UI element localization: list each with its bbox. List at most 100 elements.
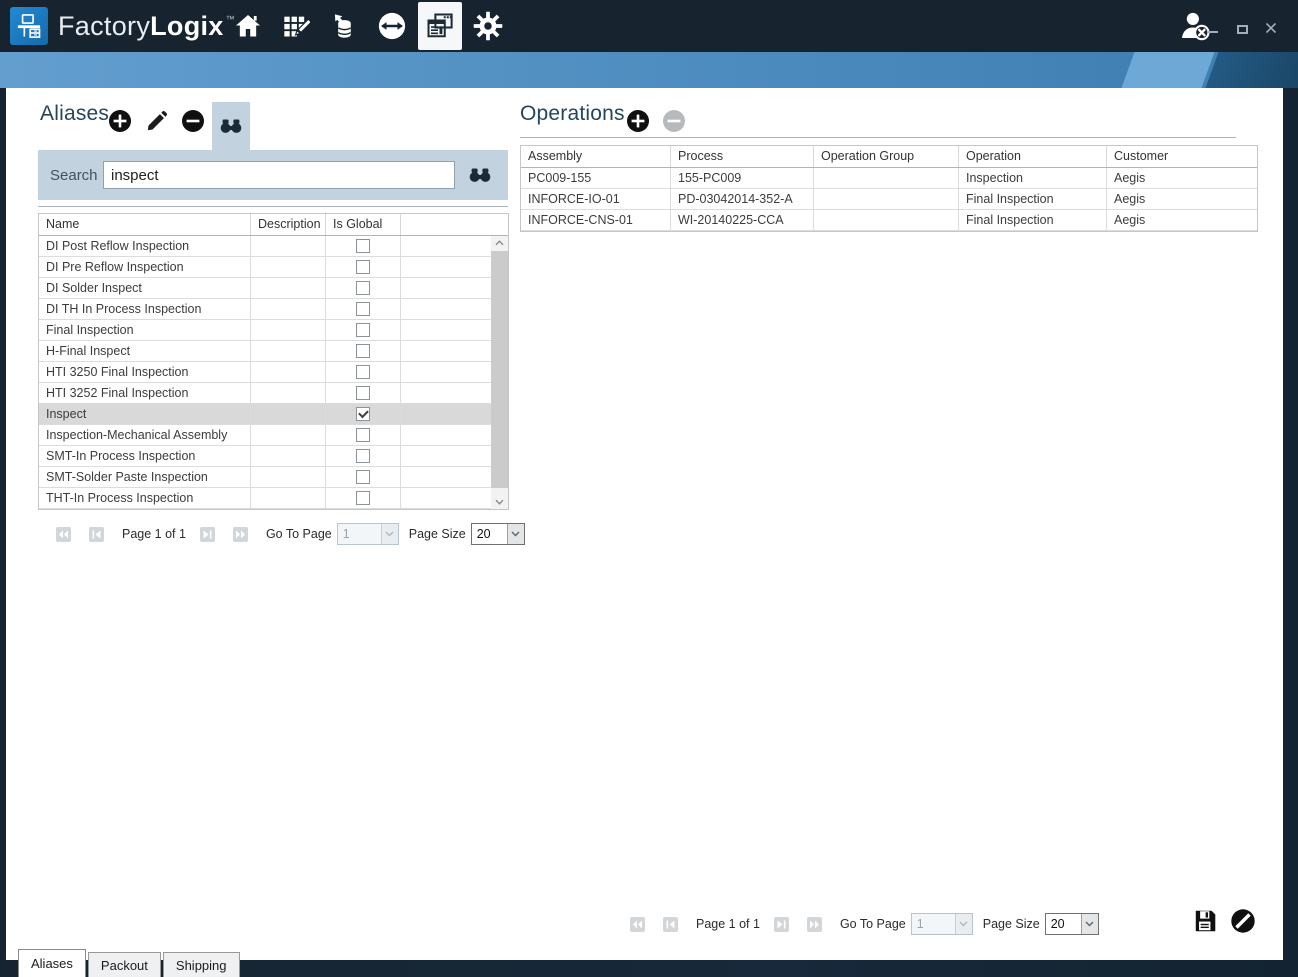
last-page-button[interactable] <box>807 917 822 932</box>
run-search-button[interactable] <box>468 163 492 192</box>
table-edit-icon <box>282 12 310 40</box>
first-page-button[interactable] <box>630 917 645 932</box>
is-global-checkbox[interactable] <box>356 428 370 442</box>
close-icon <box>1265 22 1277 34</box>
tab-strip: Aliases Packout Shipping <box>18 60 242 977</box>
column-header-description[interactable]: Description <box>251 214 326 235</box>
operation-assembly-cell: INFORCE-CNS-01 <box>521 210 671 230</box>
alias-description-cell <box>251 299 326 319</box>
is-global-checkbox[interactable] <box>356 323 370 337</box>
brand-text: FactoryLogix™ <box>58 0 235 52</box>
alias-is-global-cell <box>326 320 401 340</box>
alias-empty-cell <box>401 341 491 361</box>
alias-description-cell <box>251 257 326 277</box>
chevron-down-icon[interactable] <box>507 524 524 544</box>
page-indicator: Page 1 of 1 <box>696 917 760 931</box>
goto-page-combobox[interactable]: 1 <box>911 913 973 935</box>
column-header-is-global[interactable]: Is Global <box>326 214 401 235</box>
alias-is-global-cell <box>326 425 401 445</box>
tab-packout[interactable]: Packout <box>88 952 161 977</box>
maximize-button[interactable] <box>1235 22 1249 34</box>
goto-page-label: Go To Page <box>266 527 332 541</box>
alias-is-global-cell <box>326 257 401 277</box>
goto-page-combobox[interactable]: 1 <box>337 523 399 545</box>
alias-empty-cell <box>401 425 491 445</box>
is-global-checkbox[interactable] <box>356 281 370 295</box>
documents-icon <box>425 11 455 41</box>
nav-sync-button[interactable] <box>370 2 414 50</box>
is-global-checkbox[interactable] <box>356 407 370 421</box>
goto-page-value: 1 <box>912 914 955 934</box>
nav-settings-button[interactable] <box>466 2 510 50</box>
alias-empty-cell <box>401 299 491 319</box>
column-header-customer[interactable]: Customer <box>1107 146 1257 167</box>
alias-description-cell <box>251 320 326 340</box>
chevron-down-icon[interactable] <box>955 914 972 934</box>
close-button[interactable] <box>1264 22 1278 34</box>
operation-row[interactable]: INFORCE-IO-01PD-03042014-352-AFinal Insp… <box>521 189 1257 210</box>
is-global-checkbox[interactable] <box>356 344 370 358</box>
scroll-up-icon[interactable] <box>491 236 508 250</box>
alias-is-global-cell <box>326 488 401 508</box>
page-size-combobox[interactable]: 20 <box>471 523 525 545</box>
next-page-button[interactable] <box>774 917 789 932</box>
alias-empty-cell <box>401 257 491 277</box>
operation-operation-cell: Inspection <box>959 168 1107 188</box>
operations-table-body: PC009-155155-PC009InspectionAegisINFORCE… <box>521 168 1257 231</box>
tab-label: Aliases <box>31 956 73 971</box>
nav-database-import-button[interactable] <box>322 2 366 50</box>
operation-row[interactable]: INFORCE-CNS-01WI-20140225-CCAFinal Inspe… <box>521 210 1257 231</box>
tab-shipping[interactable]: Shipping <box>163 952 240 977</box>
alias-empty-cell <box>401 446 491 466</box>
is-global-checkbox[interactable] <box>356 302 370 316</box>
operations-table-header: Assembly Process Operation Group Operati… <box>521 146 1257 168</box>
operation-process-cell: PD-03042014-352-A <box>671 189 814 209</box>
nav-documents-button[interactable] <box>418 2 462 50</box>
column-header-operation-group[interactable]: Operation Group <box>814 146 959 167</box>
alias-description-cell <box>251 404 326 424</box>
alias-is-global-cell <box>326 446 401 466</box>
alias-is-global-cell <box>326 278 401 298</box>
scroll-down-icon[interactable] <box>491 495 508 509</box>
alias-description-cell <box>251 446 326 466</box>
add-icon <box>626 109 650 133</box>
is-global-checkbox[interactable] <box>356 386 370 400</box>
is-global-checkbox[interactable] <box>356 491 370 505</box>
titlebar: FactoryLogix™ <box>0 0 1298 52</box>
scrollbar-thumb[interactable] <box>491 251 508 488</box>
prev-page-button[interactable] <box>663 917 678 932</box>
tab-aliases[interactable]: Aliases <box>18 949 86 977</box>
home-icon <box>234 12 262 40</box>
prev-page-icon <box>665 920 676 929</box>
minimize-button[interactable] <box>1206 22 1220 34</box>
chevron-down-icon[interactable] <box>381 524 398 544</box>
nav-home-button[interactable] <box>226 2 270 50</box>
is-global-checkbox[interactable] <box>356 449 370 463</box>
page-size-combobox[interactable]: 20 <box>1045 913 1099 935</box>
column-header-assembly[interactable]: Assembly <box>521 146 671 167</box>
binoculars-icon <box>468 163 492 187</box>
operation-customer-cell: Aegis <box>1107 168 1257 188</box>
alias-description-cell <box>251 362 326 382</box>
is-global-checkbox[interactable] <box>356 470 370 484</box>
vertical-scrollbar[interactable] <box>491 236 508 509</box>
is-global-checkbox[interactable] <box>356 260 370 274</box>
alias-empty-cell <box>401 320 491 340</box>
alias-empty-cell <box>401 404 491 424</box>
is-global-checkbox[interactable] <box>356 365 370 379</box>
operation-group-cell <box>814 210 959 230</box>
is-global-checkbox[interactable] <box>356 239 370 253</box>
nav-table-edit-button[interactable] <box>274 2 318 50</box>
column-header-operation[interactable]: Operation <box>959 146 1107 167</box>
column-header-process[interactable]: Process <box>671 146 814 167</box>
remove-operation-button[interactable] <box>662 109 686 133</box>
remove-icon-disabled <box>662 109 686 133</box>
operation-row[interactable]: PC009-155155-PC009InspectionAegis <box>521 168 1257 189</box>
save-button[interactable] <box>1192 908 1218 934</box>
operation-assembly-cell: INFORCE-IO-01 <box>521 189 671 209</box>
cancel-button[interactable] <box>1230 908 1256 934</box>
add-operation-button[interactable] <box>626 109 650 133</box>
alias-is-global-cell <box>326 236 401 256</box>
factorylogix-logo <box>10 7 48 45</box>
chevron-down-icon[interactable] <box>1081 914 1098 934</box>
